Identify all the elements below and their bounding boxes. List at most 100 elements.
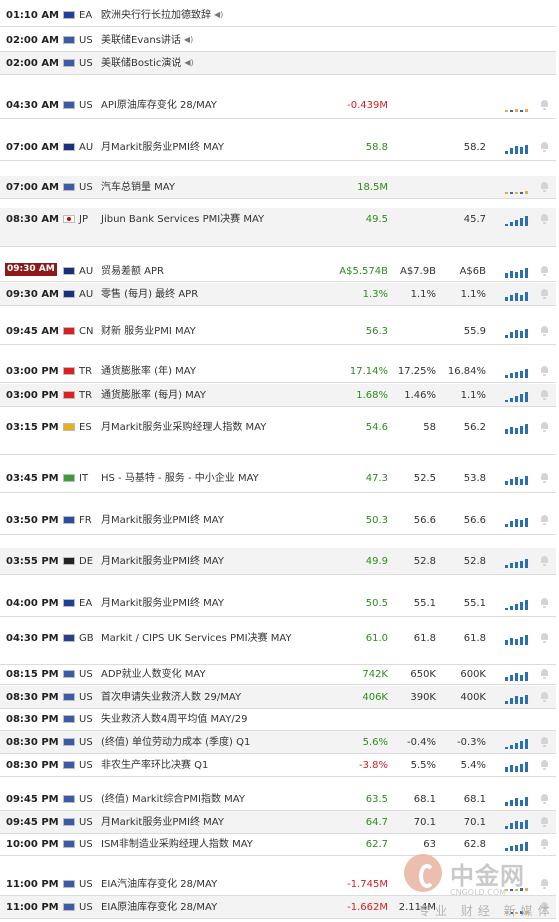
alert-bell-icon[interactable] [540,100,549,110]
alert-bell-icon[interactable] [540,669,549,679]
event-name-text[interactable]: 汽车总销量 MAY [101,182,175,193]
event-name-text[interactable]: EIA汽油库存变化 28/MAY [101,879,217,890]
event-row[interactable]: 09:30 AM AU 贸易差额 APR A$5.574B A$7.9B A$6B [0,262,556,282]
event-row[interactable]: 07:00 AM AU 月Markit服务业PMI终 MAY 58.8 58.2 [0,134,556,161]
event-name[interactable]: 失业救济人数4周平均值 MAY/29 [101,708,333,727]
alert-bell-icon[interactable] [540,692,549,702]
event-name-text[interactable]: Markit / CIPS UK Services PMI决赛 MAY [101,633,292,644]
history-chart-icon[interactable] [505,142,529,154]
event-name-text[interactable]: 月Markit服务业PMI终 MAY [101,142,224,153]
alert-bell-icon[interactable] [540,390,549,400]
alert-bell-icon[interactable] [540,422,549,432]
event-name[interactable]: ISM非制造业采购经理人指数 MAY [101,833,333,852]
event-name-text[interactable]: 月Markit服务业PMI终 MAY [101,817,224,828]
history-chart-icon[interactable] [505,214,529,226]
event-name[interactable]: 月Markit服务业PMI终 MAY [101,506,333,528]
event-row[interactable]: 03:45 PM IT HS - 马基特 - 服务 - 中小企业 MAY 47.3 52… [0,464,556,493]
event-name[interactable]: (终值) Markit综合PMI指数 MAY [101,788,333,807]
event-row[interactable]: 03:50 PM FR 月Markit服务业PMI终 MAY 50.3 56.6 56.6 [0,506,556,535]
event-row[interactable]: 03:55 PM DE 月Markit服务业PMI终 MAY 49.9 52.8 52.8 [0,548,556,575]
event-row[interactable]: 08:30 PM US (终值) 单位劳动力成本 (季度) Q1 5.6% -0.4% -… [0,731,556,754]
alert-bell-icon[interactable] [540,366,549,376]
event-name[interactable]: 美联储Bostic演说 ◀) [101,52,333,71]
alert-bell-icon[interactable] [540,760,549,770]
event-row[interactable]: 09:45 PM US 月Markit服务业PMI终 MAY 64.7 70.1 70.1 [0,811,556,834]
event-row[interactable]: 02:00 AM US 美联储Evans讲话 ◀) [0,29,556,52]
event-name-text[interactable]: 财新 服务业PMI MAY [101,326,196,337]
event-row[interactable]: 04:30 AM US API原油库存变化 28/MAY -0.439M [0,92,556,119]
event-name[interactable]: 汽车总销量 MAY [101,176,333,195]
event-name[interactable]: Markit / CIPS UK Services PMI决赛 MAY [101,628,333,646]
event-row[interactable]: 09:45 AM CN 财新 服务业PMI MAY 56.3 55.9 [0,318,556,345]
history-chart-icon[interactable] [505,473,529,485]
event-name-text[interactable]: 非农生产率环比决赛 Q1 [101,760,208,771]
event-name-text[interactable]: 贸易差额 APR [101,266,164,277]
alert-bell-icon[interactable] [540,839,549,849]
event-name[interactable]: 贸易差额 APR [101,262,333,279]
event-row[interactable]: 03:00 PM TR 通货膨胀率 (每月) MAY 1.68% 1.46% 1.1% [0,384,556,407]
event-name[interactable]: 非农生产率环比决赛 Q1 [101,754,333,773]
alert-bell-icon[interactable] [540,142,549,152]
event-name[interactable]: HS - 马基特 - 服务 - 中小企业 MAY [101,464,333,486]
event-name[interactable]: 美联储Evans讲话 ◀) [101,29,333,48]
event-row[interactable]: 03:15 PM ES 月Markit服务业采购经理人指数 MAY 54.6 58 56.… [0,416,556,455]
event-name-text[interactable]: Jibun Bank Services PMI决赛 MAY [101,214,264,225]
history-chart-icon[interactable] [505,515,529,527]
event-row[interactable]: 08:30 PM US 首次申请失业救济人数 29/MAY 406K 390K 400K [0,686,556,709]
alert-bell-icon[interactable] [540,473,549,483]
event-row[interactable]: 04:30 PM GB Markit / CIPS UK Services PMI决… [0,628,556,665]
history-chart-icon[interactable] [505,182,529,194]
event-name-text[interactable]: 欧洲央行行长拉加德致辞 [101,10,211,21]
event-name[interactable]: ADP就业人数变化 MAY [101,664,333,682]
event-name-text[interactable]: 美联储Evans讲话 [101,35,181,46]
alert-bell-icon[interactable] [540,817,549,827]
event-name[interactable]: EIA原油库存变化 28/MAY [101,896,333,915]
event-name[interactable]: 零售 (每月) 最终 APR [101,283,333,302]
alert-bell-icon[interactable] [540,214,549,224]
history-chart-icon[interactable] [505,289,529,301]
event-name[interactable]: 月Markit服务业PMI终 MAY [101,811,333,830]
event-name-text[interactable]: ADP就业人数变化 MAY [101,669,206,680]
alert-bell-icon[interactable] [540,182,549,192]
event-name[interactable]: Jibun Bank Services PMI决赛 MAY [101,208,333,227]
event-name-text[interactable]: 通货膨胀率 (每月) MAY [101,390,206,401]
event-name-text[interactable]: 月Markit服务业PMI终 MAY [101,556,224,567]
event-name-text[interactable]: 首次申请失业救济人数 29/MAY [101,692,241,703]
alert-bell-icon[interactable] [540,289,549,299]
event-name[interactable]: 月Markit服务业PMI终 MAY [101,134,333,155]
history-chart-icon[interactable] [505,669,529,681]
event-name[interactable]: 欧洲央行行长拉加德致辞 ◀) [101,4,333,23]
event-row[interactable]: 03:00 PM TR 通货膨胀率 (年) MAY 17.14% 17.25% 16.84… [0,360,556,383]
event-name-text[interactable]: EIA原油库存变化 28/MAY [101,902,217,913]
history-chart-icon[interactable] [505,366,529,378]
history-chart-icon[interactable] [505,556,529,568]
event-name[interactable]: 首次申请失业救济人数 29/MAY [101,686,333,705]
event-name-text[interactable]: (终值) 单位劳动力成本 (季度) Q1 [101,737,250,748]
history-chart-icon[interactable] [505,633,529,645]
alert-bell-icon[interactable] [540,326,549,336]
event-name-text[interactable]: ISM非制造业采购经理人指数 MAY [101,839,253,850]
event-name-text[interactable]: API原油库存变化 28/MAY [101,100,217,111]
alert-bell-icon[interactable] [540,737,549,747]
alert-bell-icon[interactable] [540,556,549,566]
alert-bell-icon[interactable] [540,515,549,525]
history-chart-icon[interactable] [505,598,529,610]
event-name-text[interactable]: (终值) Markit综合PMI指数 MAY [101,794,245,805]
event-name-text[interactable]: 失业救济人数4周平均值 MAY/29 [101,714,247,725]
history-chart-icon[interactable] [505,760,529,772]
event-name-text[interactable]: HS - 马基特 - 服务 - 中小企业 MAY [101,473,259,484]
event-name-text[interactable]: 零售 (每月) 最终 APR [101,289,198,300]
alert-bell-icon[interactable] [540,794,549,804]
event-name[interactable]: 月Markit服务业采购经理人指数 MAY [101,416,333,435]
event-name[interactable]: 财新 服务业PMI MAY [101,318,333,339]
history-chart-icon[interactable] [505,422,529,434]
event-name[interactable]: EIA汽油库存变化 28/MAY [101,873,333,892]
event-row[interactable]: 08:30 PM US 失业救济人数4周平均值 MAY/29 [0,708,556,731]
event-name-text[interactable]: 月Markit服务业采购经理人指数 MAY [101,422,266,433]
event-row[interactable]: 09:30 AM AU 零售 (每月) 最终 APR 1.3% 1.1% 1.1% [0,283,556,306]
event-name-text[interactable]: 通货膨胀率 (年) MAY [101,366,196,377]
event-row[interactable]: 08:30 PM US 非农生产率环比决赛 Q1 -3.8% 5.5% 5.4% [0,754,556,777]
event-name[interactable]: 月Markit服务业PMI终 MAY [101,590,333,611]
alert-bell-icon[interactable] [540,598,549,608]
event-name[interactable]: (终值) 单位劳动力成本 (季度) Q1 [101,731,333,750]
